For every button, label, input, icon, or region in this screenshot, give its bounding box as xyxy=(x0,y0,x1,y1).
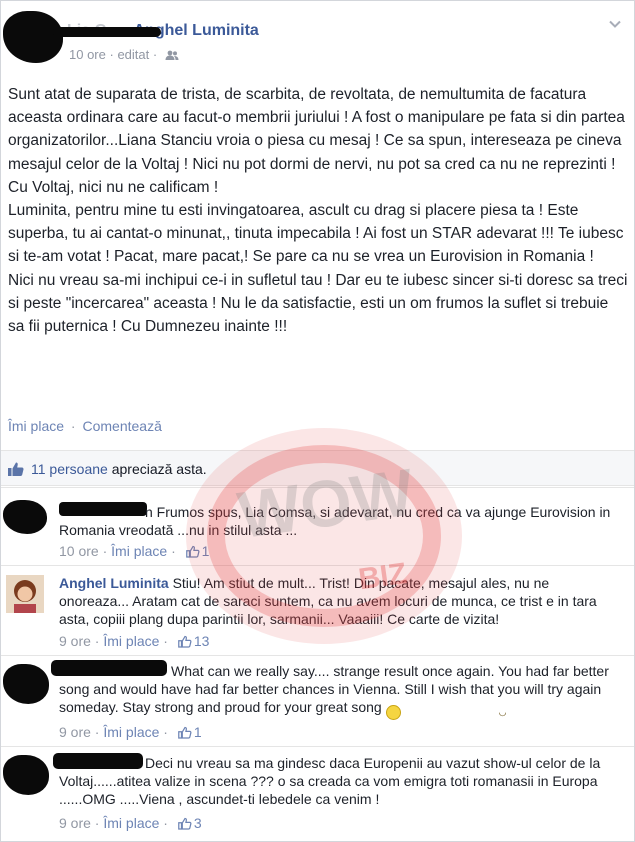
comment-text: What can we really say.... strange resul… xyxy=(59,662,619,720)
smiley-icon: ◡ xyxy=(385,705,506,720)
post-time[interactable]: 10 ore xyxy=(69,47,106,62)
redacted-name-bar xyxy=(53,27,161,37)
facebook-post-card: Lia C ▶ Anghel Luminita 10 ore · editat … xyxy=(0,0,635,842)
comment-meta: 9 ore · Îmi place · 13 xyxy=(59,633,210,649)
comment-item: What can we really say.... strange resul… xyxy=(1,655,634,746)
post-header: Lia C ▶ Anghel Luminita 10 ore · editat … xyxy=(1,1,635,73)
comment-body: Deci nu vreau sa ma gindesc daca Europen… xyxy=(59,755,601,807)
comment-like-link[interactable]: Îmi place xyxy=(103,633,159,649)
thumbs-up-icon xyxy=(178,726,192,739)
redacted-avatar xyxy=(3,664,49,704)
post-meta: 10 ore · editat · xyxy=(69,47,179,63)
post-body: Sunt atat de suparata de trista, de scar… xyxy=(8,83,628,338)
post-paragraph: Luminita, pentru mine tu esti invingatoa… xyxy=(8,202,624,266)
post-paragraph: Sunt atat de suparata de trista, de scar… xyxy=(8,86,625,196)
comment-text: Deci nu vreau sa ma gindesc daca Europen… xyxy=(59,754,619,808)
comment-link[interactable]: Comentează xyxy=(82,418,161,434)
comment-like-link[interactable]: Îmi place xyxy=(103,815,159,831)
comment-time[interactable]: 9 ore xyxy=(59,815,91,831)
comment-like-count[interactable]: 3 xyxy=(194,815,202,831)
redacted-avatar xyxy=(3,11,63,63)
chevron-down-icon[interactable] xyxy=(608,17,622,31)
comment-time[interactable]: 9 ore xyxy=(59,724,91,740)
comment-item: Anghel Luminita Stiu! Am stiut de mult..… xyxy=(1,565,634,655)
post-actions: Îmi place · Comentează xyxy=(8,418,162,434)
avatar[interactable] xyxy=(6,575,46,615)
comment-text: Anghel Luminita Stiu! Am stiut de mult..… xyxy=(59,574,619,628)
post-paragraph: Nici nu vreau sa-mi inchipui ce-i in suf… xyxy=(8,271,628,336)
commenter-name[interactable]: Anghel Luminita xyxy=(59,575,169,591)
thumbs-up-icon xyxy=(185,545,200,558)
likes-summary: 11 persoane apreciază asta. xyxy=(1,450,634,486)
comment-meta: 10 ore · Îmi place · 1 xyxy=(59,543,210,559)
comment-like-count[interactable]: 1 xyxy=(202,543,210,559)
comment-time[interactable]: 9 ore xyxy=(59,633,91,649)
post-edited[interactable]: editat xyxy=(117,47,149,62)
comment-text: n Frumos spus, Lia Comsa, si adevarat, n… xyxy=(59,503,619,539)
comment-item: Deci nu vreau sa ma gindesc daca Europen… xyxy=(1,746,634,842)
comment-meta: 9 ore · Îmi place · 1 xyxy=(59,724,202,740)
comment-body: n Frumos spus, Lia Comsa, si adevarat, n… xyxy=(59,504,611,538)
thumbs-up-icon xyxy=(178,817,192,830)
separator-dot: · xyxy=(70,418,76,434)
thumbs-up-icon xyxy=(178,635,192,648)
separator-dot: · xyxy=(152,47,161,62)
thumbs-up-icon xyxy=(8,462,24,476)
comment-meta: 9 ore · Îmi place · 3 xyxy=(59,815,202,831)
like-link[interactable]: Îmi place xyxy=(8,418,64,434)
comment-body: What can we really say.... strange resul… xyxy=(59,663,609,715)
likes-suffix: apreciază asta. xyxy=(111,461,207,477)
redacted-avatar xyxy=(3,500,47,534)
comment-like-count[interactable]: 1 xyxy=(194,724,202,740)
comment-item: n Frumos spus, Lia Comsa, si adevarat, n… xyxy=(1,487,634,565)
comment-like-link[interactable]: Îmi place xyxy=(103,724,159,740)
likes-count-link[interactable]: 11 persoane xyxy=(31,461,108,477)
comment-like-count[interactable]: 13 xyxy=(194,633,210,649)
redacted-avatar xyxy=(3,755,49,795)
likes-text: 11 persoane apreciază asta. xyxy=(31,461,207,477)
comment-like-link[interactable]: Îmi place xyxy=(111,543,167,559)
comment-time[interactable]: 10 ore xyxy=(59,543,99,559)
friends-audience-icon[interactable] xyxy=(165,48,179,63)
